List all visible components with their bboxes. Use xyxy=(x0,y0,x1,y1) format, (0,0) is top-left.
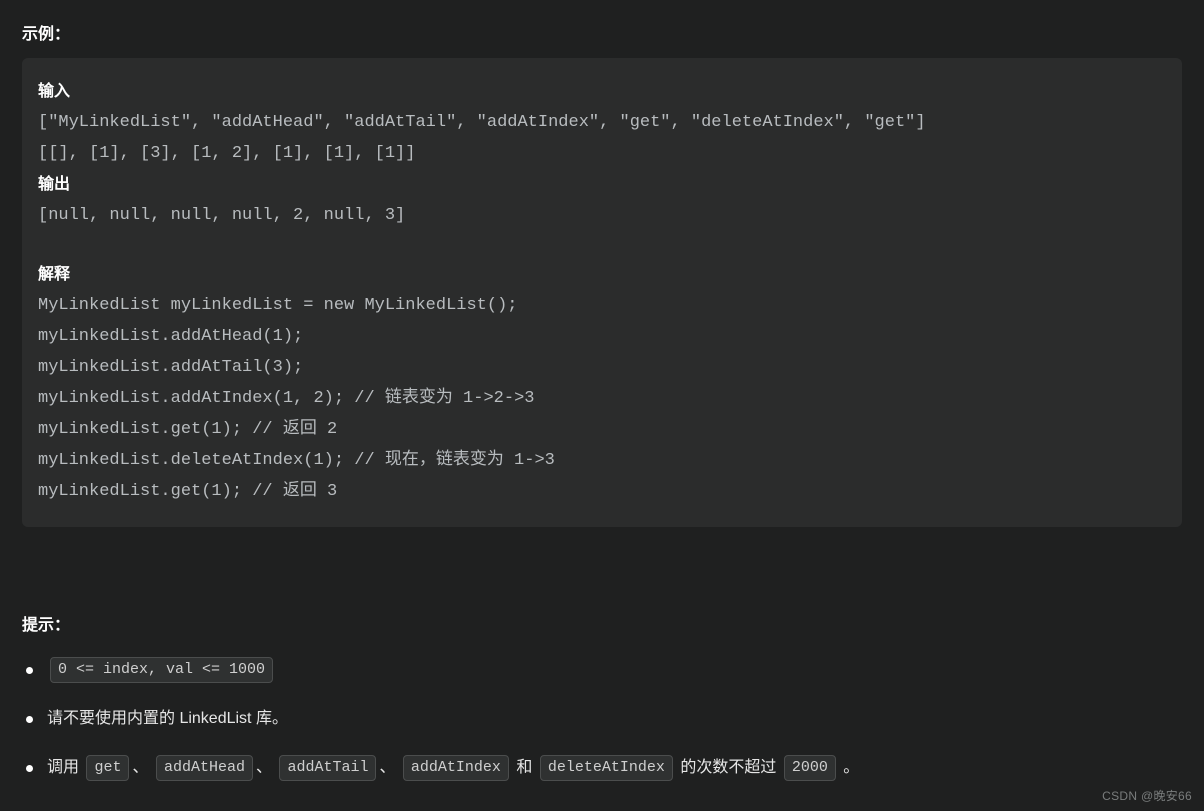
txt: 。 xyxy=(843,759,859,776)
explain-line: myLinkedList.get(1); // 返回 3 xyxy=(38,476,1166,507)
txt: 的次数不超过 xyxy=(680,759,776,776)
list-item: 0 <= index, val <= 1000 xyxy=(26,657,1182,683)
code-chip: 0 <= index, val <= 1000 xyxy=(50,657,273,683)
code-chip: addAtTail xyxy=(279,755,376,781)
code-chip: 2000 xyxy=(784,755,836,781)
code-input-ops: ["MyLinkedList", "addAtHead", "addAtTail… xyxy=(38,107,1166,138)
txt: 和 xyxy=(516,759,532,776)
page-root: 示例： 输入 ["MyLinkedList", "addAtHead", "ad… xyxy=(0,0,1204,811)
tips-heading: 提示： xyxy=(22,611,1182,635)
watermark: CSDN @晚安66 xyxy=(1102,787,1192,804)
label-output: 输出 xyxy=(38,169,1166,200)
example-heading: 示例： xyxy=(22,20,1182,44)
sep: 、 xyxy=(256,759,272,776)
sep: 、 xyxy=(132,759,148,776)
tip-text: 调用 get、 addAtHead、 addAtTail、 addAtIndex… xyxy=(47,755,859,781)
explain-line: myLinkedList.addAtHead(1); xyxy=(38,321,1166,352)
code-chip: addAtIndex xyxy=(403,755,509,781)
code-chip: addAtHead xyxy=(156,755,253,781)
list-item: 请不要使用内置的 LinkedList 库。 xyxy=(26,706,1182,732)
sep: 、 xyxy=(379,759,395,776)
bullet-icon xyxy=(26,667,33,674)
code-input-args: [[], [1], [3], [1, 2], [1], [1], [1]] xyxy=(38,138,1166,169)
label-input: 输入 xyxy=(38,76,1166,107)
explain-line: myLinkedList.addAtIndex(1, 2); // 链表变为 1… xyxy=(38,383,1166,414)
spacer xyxy=(38,231,1166,259)
tips-list: 0 <= index, val <= 1000 请不要使用内置的 LinkedL… xyxy=(22,657,1182,781)
code-chip: get xyxy=(86,755,129,781)
list-item: 调用 get、 addAtHead、 addAtTail、 addAtIndex… xyxy=(26,755,1182,781)
tip-text: 请不要使用内置的 LinkedList 库。 xyxy=(47,706,288,732)
explain-line: myLinkedList.addAtTail(3); xyxy=(38,352,1166,383)
explain-line: MyLinkedList myLinkedList = new MyLinked… xyxy=(38,290,1166,321)
tips-section: 提示： 0 <= index, val <= 1000 请不要使用内置的 Lin… xyxy=(22,611,1182,781)
bullet-icon xyxy=(26,765,33,772)
label-explain: 解释 xyxy=(38,259,1166,290)
explain-line: myLinkedList.get(1); // 返回 2 xyxy=(38,414,1166,445)
explain-line: myLinkedList.deleteAtIndex(1); // 现在，链表变… xyxy=(38,445,1166,476)
txt: 调用 xyxy=(47,759,79,776)
example-codeblock: 输入 ["MyLinkedList", "addAtHead", "addAtT… xyxy=(22,58,1182,527)
code-output: [null, null, null, null, 2, null, 3] xyxy=(38,200,1166,231)
code-chip: deleteAtIndex xyxy=(540,755,673,781)
bullet-icon xyxy=(26,716,33,723)
